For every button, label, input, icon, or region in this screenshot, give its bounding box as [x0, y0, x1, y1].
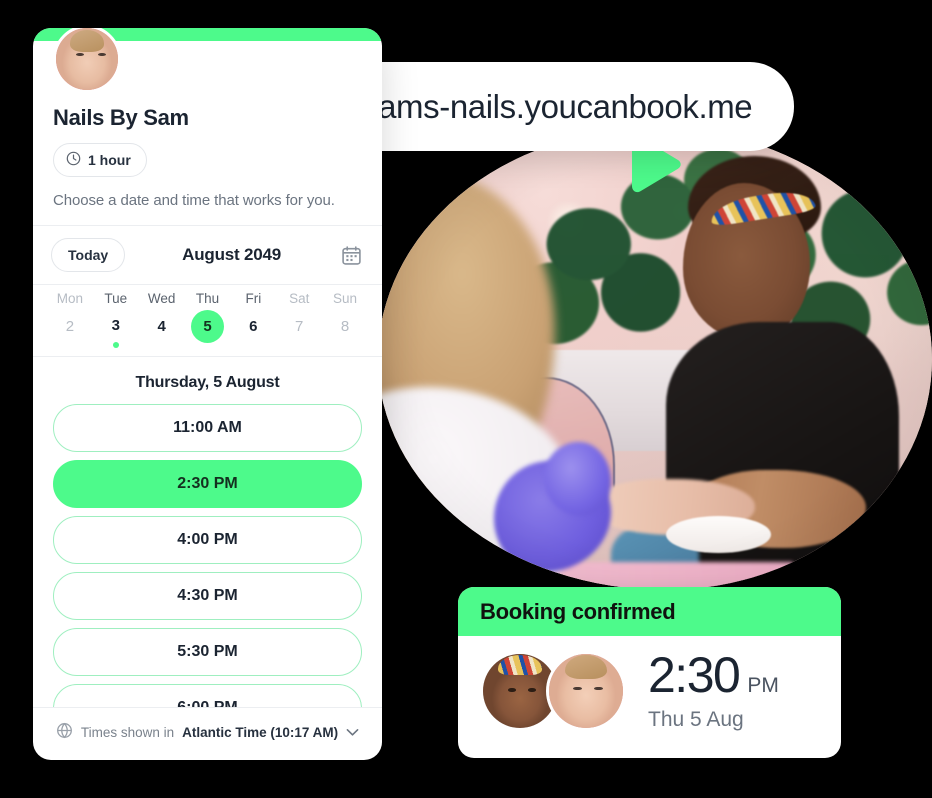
calendar-date-wrap: 4 — [139, 310, 185, 348]
calendar-date-wrap: 5 — [185, 310, 231, 348]
booking-meridiem: PM — [747, 674, 779, 697]
booking-time-row: 2:30 PM — [648, 650, 779, 700]
panel-subtitle: Choose a date and time that works for yo… — [53, 192, 335, 209]
time-slot-list: 11:00 AM 2:30 PM 4:00 PM 4:30 PM 5:30 PM 6:00… — [53, 404, 362, 707]
today-button[interactable]: Today — [51, 238, 126, 272]
calendar-weekday-label: Tue — [104, 291, 128, 306]
duration-badge: 1 hour — [53, 143, 147, 177]
calendar-date[interactable]: 3 — [99, 310, 132, 341]
calendar-date-selected[interactable]: 5 — [190, 310, 224, 343]
calendar-day-tue[interactable]: Tue 3 — [93, 291, 139, 348]
avatar — [53, 28, 121, 93]
salon-photo-image — [378, 128, 932, 590]
calendar-day-mon: Mon 2 — [47, 291, 93, 348]
calendar-icon[interactable] — [338, 242, 364, 268]
selected-day-label: Thursday, 5 August — [135, 374, 280, 391]
calendar-date-wrap: 6 — [230, 310, 276, 348]
slots-area: Thursday, 5 August 11:00 AM 2:30 PM 4:00 P… — [33, 357, 382, 707]
calendar-date[interactable]: 6 — [237, 310, 270, 343]
globe-icon — [56, 722, 73, 742]
calendar-date-wrap: 7 — [276, 310, 322, 348]
time-slot-selected[interactable]: 2:30 PM — [53, 460, 362, 508]
avatar-group — [480, 651, 626, 731]
calendar-date[interactable]: 4 — [145, 310, 178, 343]
timezone-prefix: Times shown in — [80, 724, 175, 740]
calendar-weekday-label: Sun — [333, 291, 358, 306]
calendar-availability-dot — [112, 342, 119, 348]
calendar-weekday-label: Sat — [289, 291, 310, 306]
calendar-weekday-label: Fri — [245, 291, 262, 306]
timezone-footer[interactable]: Times shown in Atlantic Time (10:17 AM) — [33, 707, 382, 760]
calendar-date-wrap: 3 — [93, 310, 139, 348]
calendar-day-sat: Sat 7 — [276, 291, 322, 348]
calendar-weekday-label: Wed — [147, 291, 176, 306]
panel-header: Nails By Sam 1 hour Choose a date and ti… — [33, 28, 382, 226]
timezone-value: Atlantic Time (10:17 AM) — [182, 724, 339, 740]
calendar-day-thu[interactable]: Thu 5 — [185, 291, 231, 348]
calendar-date-wrap: 8 — [322, 310, 368, 348]
time-slot[interactable]: 4:00 PM — [53, 516, 362, 564]
calendar-day-wed[interactable]: Wed 4 — [139, 291, 185, 348]
page-title: Nails By Sam — [53, 105, 189, 130]
calendar-day-fri[interactable]: Fri 6 — [230, 291, 276, 348]
url-text: sams-nails.youcanbook.me — [362, 87, 753, 125]
calendar-weekday-label: Thu — [195, 291, 220, 306]
booking-datetime: 2:30 PM Thu 5 Aug — [648, 650, 779, 732]
time-slot[interactable]: 6:00 PM — [53, 684, 362, 707]
time-slot[interactable]: 4:30 PM — [53, 572, 362, 620]
booking-date: Thu 5 Aug — [648, 708, 744, 731]
calendar-date: 2 — [65, 318, 75, 335]
month-label: August 2049 — [182, 245, 282, 264]
booking-panel: Nails By Sam 1 hour Choose a date and ti… — [33, 28, 382, 760]
booking-confirmed-card: Booking confirmed 2:30 PM Thu 5 Aug — [458, 587, 841, 758]
avatar-image — [56, 28, 118, 90]
week-strip: Mon 2 Tue 3 Wed 4 Thu 5 Fri 6 Sat 7 Sun 8 — [33, 285, 382, 357]
calendar-date: 8 — [340, 318, 350, 335]
photo-vignette — [378, 128, 932, 590]
time-slot[interactable]: 11:00 AM — [53, 404, 362, 452]
clock-icon — [66, 151, 81, 169]
chevron-down-icon[interactable] — [346, 725, 359, 740]
time-slot[interactable]: 5:30 PM — [53, 628, 362, 676]
booking-time: 2:30 — [648, 647, 741, 703]
booking-confirmed-body: 2:30 PM Thu 5 Aug — [458, 636, 841, 732]
salon-photo — [378, 128, 932, 590]
avatar-client — [546, 651, 626, 731]
screenshot-stage: sams-nails.youcanbook.me Nails By Sam 1 … — [0, 0, 932, 798]
booking-confirmed-heading: Booking confirmed — [458, 587, 841, 636]
calendar-date: 7 — [295, 318, 304, 335]
calendar-date-wrap: 2 — [47, 310, 93, 348]
calendar-weekday-label: Mon — [56, 291, 84, 306]
calendar-header: Today August 2049 — [33, 226, 382, 285]
duration-label: 1 hour — [88, 152, 131, 168]
calendar-day-sun: Sun 8 — [322, 291, 368, 348]
avatar-client-image — [549, 654, 623, 728]
